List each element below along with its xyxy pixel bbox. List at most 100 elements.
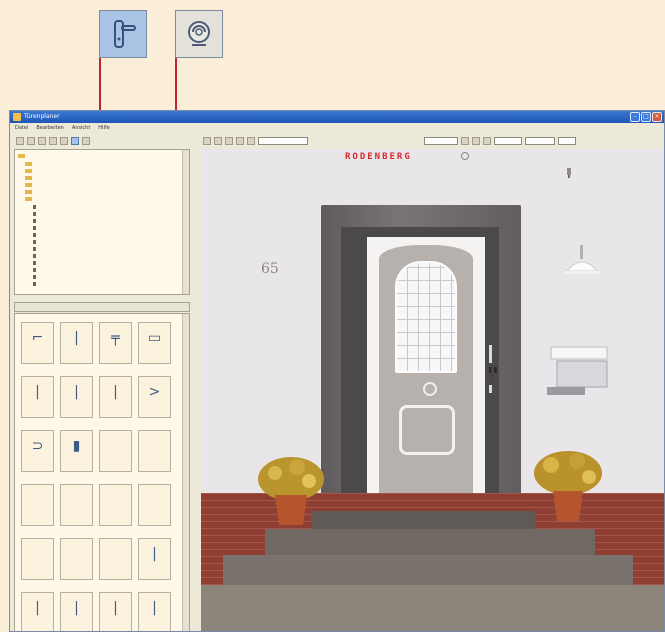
handle-thumbnail[interactable] [99, 430, 132, 472]
scene-select[interactable] [258, 137, 308, 145]
handle-thumbnail[interactable]: ⌐ [21, 322, 54, 364]
handle-thumbnail[interactable]: > [138, 376, 171, 418]
handle-preview-icon: ▭ [147, 330, 162, 346]
handle-preview-icon: | [113, 600, 118, 616]
handle-thumbnail[interactable]: | [60, 322, 93, 364]
handle-button[interactable] [71, 137, 79, 145]
menu-file[interactable]: Datei [15, 123, 28, 133]
handle-thumbnail[interactable] [99, 538, 132, 580]
menu-view[interactable]: Ansicht [72, 123, 90, 133]
handle-preview-icon: ⊃ [31, 438, 44, 454]
handle-thumbnail[interactable] [21, 538, 54, 580]
new-button[interactable] [203, 137, 211, 145]
handle-preview-icon: | [74, 330, 79, 346]
handle-preview-icon: | [74, 384, 79, 400]
print-button[interactable] [236, 137, 244, 145]
handle-thumbnail[interactable]: ╤ [99, 322, 132, 364]
handle-preview-icon: | [113, 384, 118, 400]
tree-folder[interactable] [25, 189, 34, 195]
view-toolbar [199, 135, 664, 147]
open-button[interactable] [214, 137, 222, 145]
save-button[interactable] [225, 137, 233, 145]
glass-ornament-callout [175, 10, 223, 58]
tree-leaf[interactable] [33, 204, 38, 210]
fit-button[interactable] [483, 137, 491, 145]
tree-folder[interactable] [25, 175, 34, 181]
tree-scrollbar[interactable] [182, 150, 189, 294]
door-handle[interactable] [488, 345, 498, 393]
tree-folder-open[interactable] [25, 196, 34, 202]
handle-thumbnail[interactable]: ▭ [138, 322, 171, 364]
menu-edit[interactable]: Bearbeiten [36, 123, 63, 133]
minimize-button[interactable]: – [630, 112, 640, 122]
handle-thumbnail[interactable] [21, 484, 54, 526]
handle-preview-icon: ╤ [111, 330, 120, 346]
step-top [311, 511, 535, 529]
handle-thumbnail[interactable]: ▮ [60, 430, 93, 472]
handle-thumbnail[interactable]: | [21, 376, 54, 418]
mailbox [547, 346, 608, 395]
tree-folder[interactable] [25, 182, 34, 188]
frame-button[interactable] [27, 137, 35, 145]
handle-thumbnail[interactable]: | [99, 592, 132, 631]
step-bottom [223, 555, 633, 585]
thumbnail-panel-header [14, 302, 190, 312]
handle-thumbnail[interactable] [138, 430, 171, 472]
door-handle-icon [114, 20, 136, 48]
undo-button[interactable] [247, 137, 255, 145]
handle-preview-icon: > [148, 384, 161, 400]
sidelight-button[interactable] [38, 137, 46, 145]
tree-leaf[interactable] [33, 239, 38, 245]
handle-thumbnail[interactable]: | [99, 376, 132, 418]
handle-thumbnail[interactable]: | [60, 592, 93, 631]
handle-preview-icon: | [35, 384, 40, 400]
zoom-out-button[interactable] [472, 137, 480, 145]
handle-thumbnail[interactable]: | [138, 538, 171, 580]
door-preview-canvas[interactable]: RODENBERG 65 [201, 149, 664, 631]
view-mode-select[interactable] [494, 137, 522, 145]
zoom-select[interactable] [424, 137, 458, 145]
tree-leaf[interactable] [33, 253, 38, 259]
handle-preview-icon: | [152, 600, 157, 616]
handle-preview-icon: | [74, 600, 79, 616]
tree-folder[interactable] [25, 161, 34, 167]
option-field[interactable] [558, 137, 576, 145]
tree-leaf[interactable] [33, 274, 38, 280]
handle-thumbnail[interactable]: | [21, 592, 54, 631]
handle-thumbnail[interactable]: ⊃ [21, 430, 54, 472]
handle-thumbnail[interactable] [99, 484, 132, 526]
catalog-tree[interactable] [14, 149, 190, 295]
glass-ornament-button[interactable] [82, 137, 90, 145]
tree-folder[interactable] [25, 168, 34, 174]
tree-leaf[interactable] [33, 246, 38, 252]
tree-leaf[interactable] [33, 260, 38, 266]
thumbnail-scrollbar[interactable] [182, 314, 189, 631]
handle-preview-icon: | [35, 600, 40, 616]
door-model-button[interactable] [16, 137, 24, 145]
title-bar: Türenplaner – □ × [10, 111, 664, 123]
tree-leaf[interactable] [33, 232, 38, 238]
handle-thumbnail[interactable]: | [138, 592, 171, 631]
zoom-in-button[interactable] [461, 137, 469, 145]
door-glass-ornament[interactable] [395, 261, 457, 373]
maximize-button[interactable]: □ [641, 112, 651, 122]
tree-leaf[interactable] [33, 218, 38, 224]
handle-preview-icon: ⌐ [31, 330, 44, 346]
handle-thumbnail[interactable] [60, 484, 93, 526]
category-toolbar [10, 135, 202, 147]
handle-thumbnail[interactable]: | [60, 376, 93, 418]
menu-help[interactable]: Hilfe [98, 123, 109, 133]
tree-leaf[interactable] [33, 225, 38, 231]
app-window: Türenplaner – □ × Datei Bearbeiten Ansic… [9, 110, 665, 632]
tree-root[interactable] [18, 153, 27, 159]
handle-thumbnail[interactable] [60, 538, 93, 580]
glass-button[interactable] [60, 137, 68, 145]
close-button[interactable]: × [652, 112, 662, 122]
color-button[interactable] [49, 137, 57, 145]
app-icon [13, 113, 21, 121]
tree-leaf[interactable] [33, 267, 38, 273]
size-field[interactable] [525, 137, 555, 145]
tree-leaf[interactable] [33, 211, 38, 217]
handle-thumbnail[interactable] [138, 484, 171, 526]
tree-leaf[interactable] [33, 281, 38, 287]
